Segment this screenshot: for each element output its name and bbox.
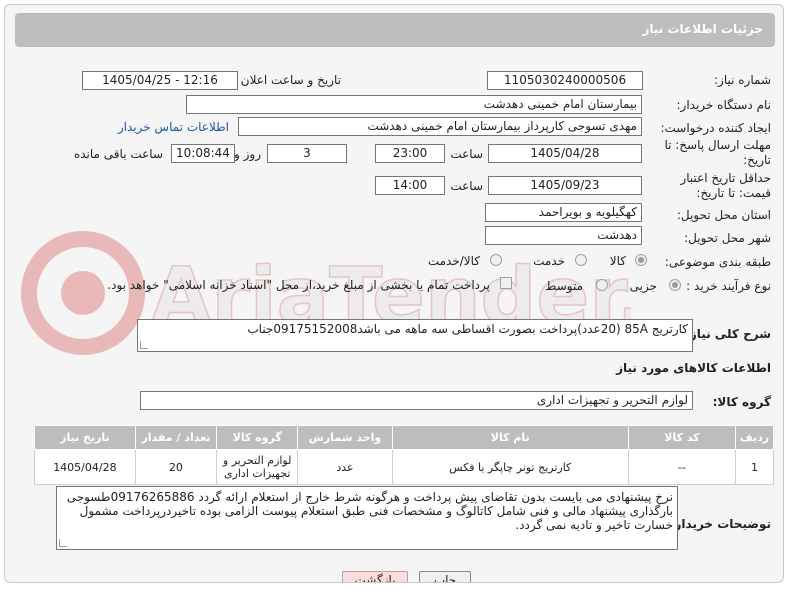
buyer-notes-label: توضیحات خریدار: bbox=[669, 517, 771, 531]
validity-time-label: ساعت bbox=[450, 179, 483, 193]
category-option-goods: کالا bbox=[609, 254, 626, 268]
time-remaining-label: ساعت باقی مانده bbox=[73, 147, 163, 161]
province-label: استان محل تحویل: bbox=[676, 208, 771, 222]
goods-group-field[interactable]: لوازم التحریر و تجهیزات اداری bbox=[140, 391, 693, 410]
deadline-time-field[interactable]: 23:00 bbox=[375, 144, 445, 163]
category-radio-goods[interactable] bbox=[635, 254, 647, 266]
buyer-notes-text: نرخ پیشنهادی می بایست بدون تقاضای پیش پر… bbox=[66, 490, 673, 532]
province-field[interactable]: کهگیلویه و بویراحمد bbox=[485, 203, 642, 222]
col-qty-header: تعداد / مقدار bbox=[134, 425, 218, 450]
cell-code: -- bbox=[627, 449, 737, 485]
time-remaining-field[interactable]: 10:08:44 bbox=[171, 144, 235, 163]
validity-label: حداقل تاریخ اعتبار قیمت: تا تاریخ: bbox=[680, 171, 771, 200]
col-code-header: کد کالا bbox=[627, 425, 737, 450]
requester-label: ایجاد کننده درخواست: bbox=[660, 121, 771, 135]
goods-info-title: اطلاعات کالاهای مورد نیاز bbox=[616, 361, 771, 375]
table-row[interactable]: 1 -- کارتریج تونر چاپگر یا فکس عدد لوازم… bbox=[34, 449, 774, 485]
print-button[interactable]: چاپ bbox=[419, 571, 471, 582]
buyer-org-field[interactable]: بیمارستان امام خمینی دهدشت bbox=[186, 95, 642, 114]
process-radio-minor[interactable] bbox=[669, 279, 681, 291]
category-option-goods-service: کالا/خدمت bbox=[427, 254, 480, 268]
summary-textarea[interactable]: کارتریج 85A (20عدد)پرداخت بصورت اقساطی س… bbox=[137, 319, 693, 352]
process-label: نوع فرآیند خرید : bbox=[686, 279, 771, 293]
deadline-time-label: ساعت bbox=[450, 147, 483, 161]
cell-date: 1405/04/28 bbox=[34, 449, 136, 485]
deadline-label: مهلت ارسال پاسخ: تا تاریخ: bbox=[664, 138, 771, 167]
col-group-header: گروه کالا bbox=[216, 425, 299, 450]
need-number-field[interactable]: 1105030240000506 bbox=[487, 71, 643, 90]
col-unit-header: واحد شمارش bbox=[297, 425, 393, 450]
announce-field[interactable]: 1405/04/25 - 12:16 bbox=[82, 71, 238, 90]
page-header: جزئیات اطلاعات نیاز bbox=[15, 13, 775, 47]
validity-date-field[interactable]: 1405/09/23 bbox=[488, 176, 642, 195]
process-radio-medium[interactable] bbox=[596, 279, 608, 291]
summary-label: شرح کلی نیاز: bbox=[685, 327, 771, 341]
col-row-header: ردیف bbox=[735, 425, 774, 450]
process-option-minor: جزیی bbox=[629, 279, 657, 293]
process-option-medium: متوسط bbox=[545, 279, 583, 293]
requester-field[interactable]: مهدی تسوجی کارپرداز بیمارستان امام خمینی… bbox=[238, 117, 642, 136]
cell-unit: عدد bbox=[297, 449, 393, 485]
page-title: جزئیات اطلاعات نیاز bbox=[642, 22, 763, 36]
goods-table: ردیف کد کالا نام کالا واحد شمارش گروه کا… bbox=[34, 425, 774, 485]
city-field[interactable]: دهدشت bbox=[485, 226, 642, 245]
deadline-date-field[interactable]: 1405/04/28 bbox=[488, 144, 642, 163]
cell-qty: 20 bbox=[134, 449, 218, 485]
treasury-payment-note: پرداخت تمام یا بخشی از مبلغ خرید،از محل … bbox=[107, 278, 490, 292]
city-label: شهر محل تحویل: bbox=[684, 231, 771, 245]
resize-grip-icon[interactable] bbox=[140, 341, 148, 349]
buyer-notes-textarea[interactable]: نرخ پیشنهادی می بایست بدون تقاضای پیش پر… bbox=[56, 486, 678, 550]
buyer-contact-link[interactable]: اطلاعات تماس خریدار bbox=[118, 120, 229, 134]
validity-time-field[interactable]: 14:00 bbox=[375, 176, 445, 195]
category-label: طبقه بندی موضوعی: bbox=[664, 255, 771, 269]
details-panel: AriaTender.net جزئیات اطلاعات نیاز شماره… bbox=[4, 4, 784, 583]
cell-row: 1 bbox=[735, 449, 774, 485]
category-radio-service[interactable] bbox=[575, 254, 587, 266]
back-button[interactable]: بازگشت bbox=[342, 571, 408, 582]
col-name-header: نام کالا bbox=[391, 425, 629, 450]
col-date-header: تاریخ نیاز bbox=[34, 425, 136, 450]
goods-group-label: گروه کالا: bbox=[712, 395, 771, 409]
cell-name: کارتریج تونر چاپگر یا فکس bbox=[391, 449, 629, 485]
category-option-service: خدمت bbox=[533, 254, 565, 268]
treasury-payment-checkbox[interactable] bbox=[500, 277, 512, 289]
summary-text: کارتریج 85A (20عدد)پرداخت بصورت اقساطی س… bbox=[247, 322, 688, 336]
buyer-org-label: نام دستگاه خریدار: bbox=[676, 98, 772, 112]
cell-group: لوازم التحریر و تجهیزات اداری bbox=[216, 449, 299, 485]
days-label: روز و bbox=[234, 147, 261, 161]
days-remaining-field[interactable]: 3 bbox=[267, 144, 347, 163]
need-number-label: شماره نیاز: bbox=[714, 73, 771, 87]
resize-grip-icon[interactable] bbox=[59, 539, 67, 547]
category-radio-goods-service[interactable] bbox=[490, 254, 502, 266]
table-header-row: ردیف کد کالا نام کالا واحد شمارش گروه کا… bbox=[34, 425, 774, 450]
